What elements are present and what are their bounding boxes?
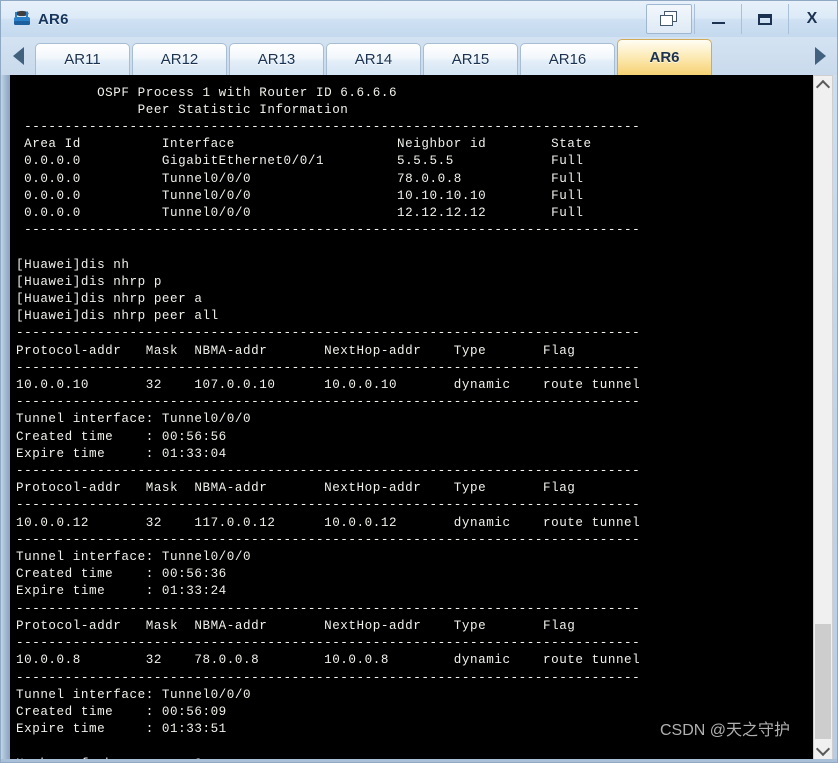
tab-label: AR14 [354,51,393,68]
tab-ar11[interactable]: AR11 [35,43,130,75]
minimize-button[interactable] [694,4,741,34]
restore-all-button[interactable] [646,4,692,34]
window-title: AR6 [38,10,69,28]
tab-label: AR15 [451,51,490,68]
minimize-icon [711,22,725,24]
tab-label: AR16 [548,51,587,68]
close-icon: X [806,10,818,27]
maximize-icon [758,13,772,25]
terminal-output-area[interactable]: OSPF Process 1 with Router ID 6.6.6.6 Pe… [10,75,816,760]
window-bottom-frame [1,759,837,762]
tab-ar16[interactable]: AR16 [520,43,615,75]
restore-all-icon [660,11,678,27]
tab-scroll-right-button[interactable] [803,37,837,75]
scroll-right-arrow-icon [814,47,826,65]
title-bar: AR6 X [1,1,837,37]
router-icon [11,8,33,30]
tab-ar12[interactable]: AR12 [132,43,227,75]
tab-label: AR13 [257,51,296,68]
close-button[interactable]: X [788,4,835,34]
tab-list: AR11 AR12 AR13 AR14 AR15 AR16 AR6 [35,37,803,75]
router-cli-window: AR6 X AR11 AR12 AR13 AR14 AR15 AR16 AR6 … [0,0,838,763]
chevron-up-icon [815,79,831,94]
tab-strip-empty-area [714,45,803,75]
tab-label: AR12 [160,51,199,68]
tab-label: AR6 [649,49,680,66]
tab-scroll-left-button[interactable] [1,37,35,75]
scrollbar-thumb[interactable] [815,624,831,739]
tab-ar13[interactable]: AR13 [229,43,324,75]
window-controls: X [646,1,835,37]
terminal-text: OSPF Process 1 with Router ID 6.6.6.6 Pe… [16,85,641,760]
tab-label: AR11 [64,51,101,68]
scroll-left-arrow-icon [12,47,24,65]
chevron-down-icon [815,741,831,756]
tab-strip: AR11 AR12 AR13 AR14 AR15 AR16 AR6 [1,37,837,75]
maximize-button[interactable] [741,4,788,34]
tab-ar15[interactable]: AR15 [423,43,518,75]
terminal-scrollbar[interactable] [813,75,833,760]
scrollbar-up-button[interactable] [814,76,832,94]
tab-ar6[interactable]: AR6 [617,39,712,75]
window-left-frame [1,75,10,762]
scrollbar-down-button[interactable] [814,741,832,759]
watermark: CSDN @天之守护 [659,722,790,739]
tab-ar14[interactable]: AR14 [326,43,421,75]
